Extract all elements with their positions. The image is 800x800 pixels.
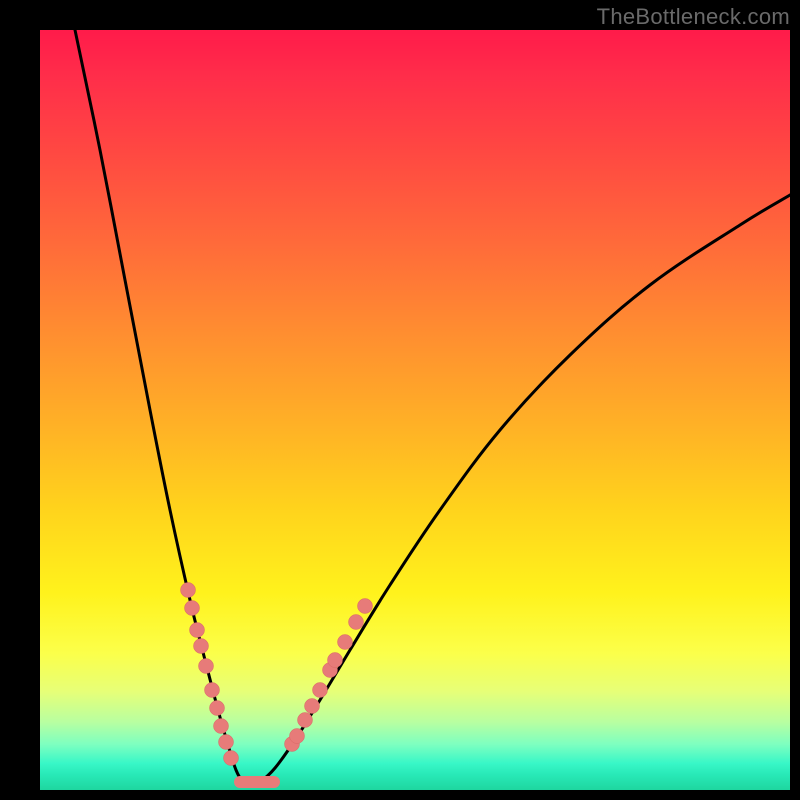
marker-dot (290, 729, 305, 744)
marker-dot (328, 653, 343, 668)
chart-stage: TheBottleneck.com (0, 0, 800, 800)
curve-svg (40, 30, 790, 790)
marker-dot (338, 635, 353, 650)
marker-dot (214, 719, 229, 734)
marker-dot (190, 623, 205, 638)
watermark-text: TheBottleneck.com (597, 4, 790, 30)
marker-dot (205, 683, 220, 698)
marker-dot (298, 713, 313, 728)
marker-dot (219, 735, 234, 750)
marker-dot (210, 701, 225, 716)
marker-dot (199, 659, 214, 674)
bottleneck-curve (75, 30, 790, 786)
marker-dot (224, 751, 239, 766)
marker-dots-right (285, 599, 373, 752)
marker-dot (358, 599, 373, 614)
marker-dot (305, 699, 320, 714)
plot-area (40, 30, 790, 790)
marker-dot (313, 683, 328, 698)
marker-dot (194, 639, 209, 654)
marker-dot (185, 601, 200, 616)
marker-dot (349, 615, 364, 630)
marker-dot (181, 583, 196, 598)
